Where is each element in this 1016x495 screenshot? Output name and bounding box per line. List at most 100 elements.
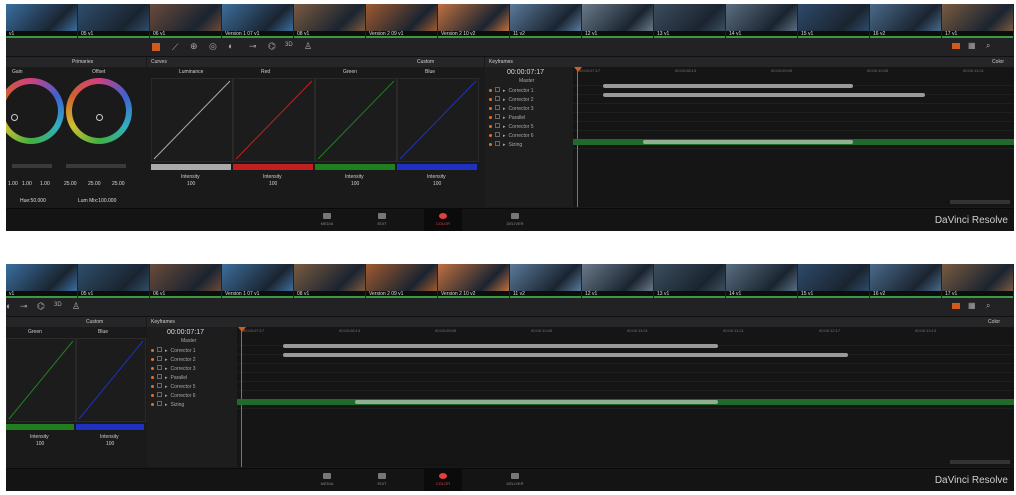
offset-puck[interactable] bbox=[96, 114, 103, 121]
track-item[interactable]: ▸ Corrector 6 bbox=[151, 392, 196, 399]
search-icon[interactable]: ⌕ bbox=[986, 41, 990, 51]
track-enable-icon[interactable] bbox=[151, 367, 154, 370]
gain-slider[interactable] bbox=[12, 164, 52, 168]
color-page-button[interactable]: COLOR bbox=[424, 469, 462, 491]
edit-page-button[interactable]: EDIT bbox=[367, 209, 397, 231]
track-enable-icon[interactable] bbox=[151, 349, 154, 352]
clip-thumbnail[interactable]: 13 v1 bbox=[654, 264, 726, 298]
curve-graph[interactable] bbox=[397, 78, 479, 162]
expand-arrow-icon[interactable]: ▸ bbox=[503, 115, 506, 121]
curves-icon[interactable]: ⟋ bbox=[172, 42, 178, 53]
expand-arrow-icon[interactable]: ▸ bbox=[165, 366, 168, 372]
track-lock-icon[interactable] bbox=[495, 105, 500, 110]
track-lock-icon[interactable] bbox=[495, 132, 500, 137]
expand-arrow-icon[interactable]: ▸ bbox=[165, 402, 168, 408]
clip-thumbnail[interactable]: 15 v1 bbox=[798, 4, 870, 38]
keyframe-range-corrector6[interactable] bbox=[643, 140, 853, 144]
track-enable-icon[interactable] bbox=[151, 376, 154, 379]
keyframe-range-corrector2[interactable] bbox=[283, 353, 848, 357]
tracker-icon[interactable]: ◐ bbox=[228, 41, 233, 51]
curve-graph[interactable] bbox=[233, 78, 315, 162]
offset-slider[interactable] bbox=[66, 164, 126, 168]
gain-puck[interactable] bbox=[11, 114, 18, 121]
key-icon[interactable]: ⌬ bbox=[268, 41, 276, 52]
keyframe-range-corrector1[interactable] bbox=[603, 84, 853, 88]
track-item[interactable]: ▸ Corrector 5 bbox=[151, 383, 196, 390]
clip-thumbnail[interactable]: 13 v1 bbox=[654, 4, 726, 38]
clip-thumbnail[interactable]: 16 v2 bbox=[870, 4, 942, 38]
track-lock-icon[interactable] bbox=[157, 383, 162, 388]
track-item[interactable]: ▸ Corrector 1 bbox=[151, 347, 196, 354]
intensity-bar[interactable] bbox=[76, 424, 144, 430]
viewer-mode-icon[interactable] bbox=[152, 43, 160, 51]
intensity-bar[interactable] bbox=[315, 164, 395, 170]
clip-thumbnail[interactable]: v1 bbox=[6, 264, 78, 298]
clip-thumbnail[interactable]: 17 v1 bbox=[942, 4, 1014, 38]
keyframe-timeline[interactable]: 00:00:07:17 00:00:08:13 00:00:09:09 00:00:1… bbox=[573, 67, 1014, 207]
track-enable-icon[interactable] bbox=[151, 394, 154, 397]
track-enable-icon[interactable] bbox=[489, 125, 492, 128]
curve-graph[interactable] bbox=[151, 78, 233, 162]
expand-arrow-icon[interactable]: ▸ bbox=[503, 124, 506, 130]
track-enable-icon[interactable] bbox=[489, 107, 492, 110]
sizing-icon[interactable]: ♙ bbox=[72, 301, 80, 312]
track-lock-icon[interactable] bbox=[495, 87, 500, 92]
search-icon[interactable]: ⌕ bbox=[986, 301, 990, 311]
clip-thumbnail[interactable]: v1 bbox=[6, 4, 78, 38]
clip-thumbnail[interactable]: 17 v1 bbox=[942, 264, 1014, 298]
keyframe-range-corrector2[interactable] bbox=[603, 93, 925, 97]
track-lock-icon[interactable] bbox=[495, 114, 500, 119]
clip-thumbnail[interactable]: Version 2 10 v2 bbox=[438, 4, 510, 38]
deliver-page-button[interactable]: DELIVER bbox=[500, 469, 530, 491]
track-item[interactable]: ▸ Corrector 6 bbox=[489, 132, 534, 139]
clip-thumbnail[interactable]: 08 v1 bbox=[294, 264, 366, 298]
track-master[interactable]: Master bbox=[181, 338, 196, 344]
track-lock-icon[interactable] bbox=[495, 141, 500, 146]
track-enable-icon[interactable] bbox=[151, 403, 154, 406]
curve-graph[interactable] bbox=[76, 338, 146, 422]
clip-thumbnail[interactable]: Version 2 09 v1 bbox=[366, 4, 438, 38]
clip-thumbnail[interactable]: 12 v1 bbox=[582, 264, 654, 298]
track-enable-icon[interactable] bbox=[489, 143, 492, 146]
track-item[interactable]: ▸ Parallel bbox=[489, 114, 525, 121]
track-lock-icon[interactable] bbox=[157, 365, 162, 370]
3d-button[interactable]: 3D bbox=[54, 302, 62, 308]
keyframe-range-corrector1[interactable] bbox=[283, 344, 718, 348]
track-item[interactable]: ▸ Corrector 2 bbox=[151, 356, 196, 363]
track-lock-icon[interactable] bbox=[495, 96, 500, 101]
track-item[interactable]: ▸ Corrector 3 bbox=[151, 365, 196, 372]
deliver-page-button[interactable]: DELIVER bbox=[500, 209, 530, 231]
expand-arrow-icon[interactable]: ▸ bbox=[503, 133, 506, 139]
window-icon[interactable]: ◎ bbox=[209, 41, 217, 52]
expand-arrow-icon[interactable]: ▸ bbox=[165, 357, 168, 363]
track-item[interactable]: ▸ Corrector 5 bbox=[489, 123, 534, 130]
clip-thumbnail[interactable]: 14 v1 bbox=[726, 264, 798, 298]
key-icon[interactable]: ⌬ bbox=[37, 301, 45, 312]
grid-view-icon[interactable]: ▦ bbox=[968, 41, 976, 50]
track-lock-icon[interactable] bbox=[495, 123, 500, 128]
3d-button[interactable]: 3D bbox=[285, 42, 293, 48]
clip-thumbnail[interactable]: 12 v1 bbox=[582, 4, 654, 38]
blur-icon[interactable]: ⊸ bbox=[249, 41, 257, 52]
clip-thumbnail[interactable]: 11 v2 bbox=[510, 4, 582, 38]
track-lock-icon[interactable] bbox=[157, 392, 162, 397]
blur-icon[interactable]: ⊸ bbox=[20, 301, 28, 312]
tracker-icon[interactable]: ◐ bbox=[6, 301, 11, 311]
track-enable-icon[interactable] bbox=[489, 134, 492, 137]
clip-thumbnail[interactable]: 16 v2 bbox=[870, 264, 942, 298]
playhead[interactable] bbox=[241, 327, 242, 467]
clip-thumbnail[interactable]: 05 v1 bbox=[78, 4, 150, 38]
expand-arrow-icon[interactable]: ▸ bbox=[165, 393, 168, 399]
expand-arrow-icon[interactable]: ▸ bbox=[503, 97, 506, 103]
media-page-button[interactable]: MEDIA bbox=[312, 469, 342, 491]
track-enable-icon[interactable] bbox=[489, 116, 492, 119]
expand-arrow-icon[interactable]: ▸ bbox=[503, 88, 506, 94]
playhead[interactable] bbox=[577, 67, 578, 207]
track-enable-icon[interactable] bbox=[489, 89, 492, 92]
edit-page-button[interactable]: EDIT bbox=[367, 469, 397, 491]
playhead-marker[interactable] bbox=[574, 67, 582, 72]
track-item[interactable]: ▸ Corrector 3 bbox=[489, 105, 534, 112]
clip-thumbnail[interactable]: 11 v2 bbox=[510, 264, 582, 298]
grid-view-icon[interactable]: ▦ bbox=[968, 301, 976, 310]
clip-thumbnail[interactable]: Version 2 10 v2 bbox=[438, 264, 510, 298]
